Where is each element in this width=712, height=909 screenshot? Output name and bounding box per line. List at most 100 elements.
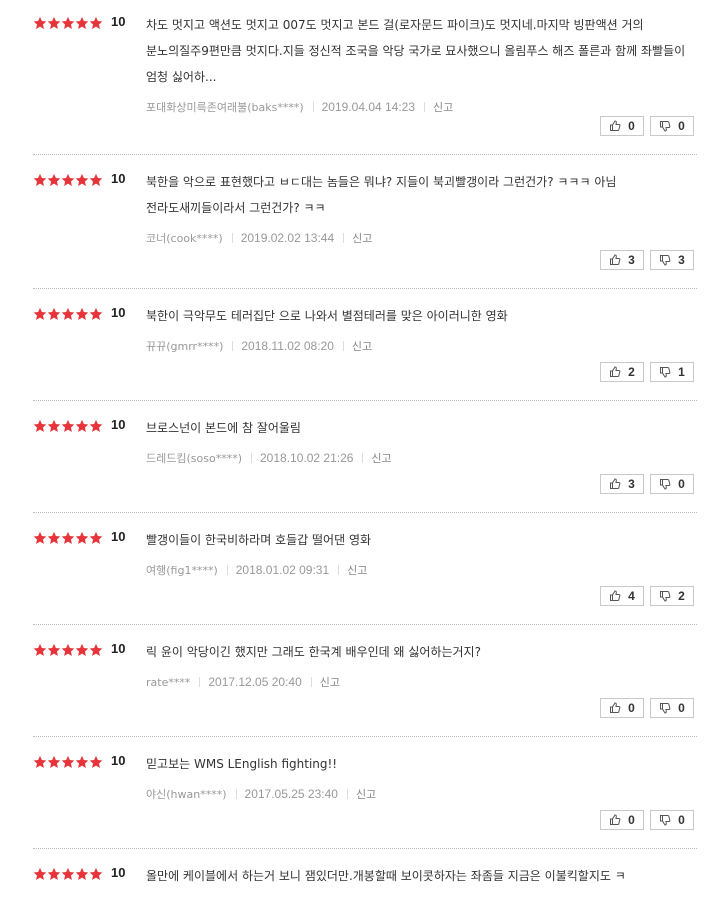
review-date: 2018.01.02 09:31 — [235, 563, 330, 577]
review-meta: 뀨뀨(gmrr****) 2018.11.02 08:20 신고 — [146, 338, 372, 354]
thumbs-up-icon — [609, 478, 628, 490]
rating-score: 10 — [111, 171, 126, 186]
star-icon — [89, 531, 103, 545]
report-link[interactable]: 신고 — [356, 788, 376, 801]
report-link[interactable]: 신고 — [352, 340, 372, 353]
thumbs-down-icon — [659, 814, 678, 826]
star-icon — [61, 307, 75, 321]
dislike-count: 3 — [678, 253, 685, 267]
review-text: 북한을 악으로 표현했다고 ㅂㄷ대는 놈들은 뭐냐? 지들이 북괴빨갱이라 그런… — [146, 175, 617, 215]
vote-buttons: 21 — [600, 362, 700, 382]
review-date: 2017.05.25 23:40 — [244, 787, 338, 801]
report-link[interactable]: 신고 — [347, 564, 367, 577]
star-icon — [33, 755, 47, 769]
dislike-button[interactable]: 3 — [650, 250, 694, 270]
thumbs-down-icon — [659, 590, 678, 602]
rating-score: 10 — [111, 14, 126, 29]
thumbs-down-icon — [659, 366, 678, 378]
review-date: 2019.04.04 14:23 — [321, 100, 416, 114]
dislike-button[interactable]: 0 — [650, 116, 694, 136]
meta-separator — [343, 233, 345, 243]
rating-score: 10 — [111, 753, 126, 768]
review-text: 브로스넌이 본드에 참 잘어울림 — [146, 421, 301, 435]
star-icon — [33, 643, 47, 657]
review-meta: 드레드킴(soso****) 2018.10.02 21:26 신고 — [146, 450, 392, 466]
like-count: 0 — [628, 813, 635, 827]
like-button[interactable]: 3 — [600, 474, 644, 494]
thumbs-up-icon — [609, 366, 628, 378]
reviewer-nickname[interactable]: rate**** — [146, 676, 190, 689]
star-icon — [75, 419, 89, 433]
like-count: 4 — [628, 589, 635, 603]
rating-score: 10 — [111, 641, 126, 656]
thumbs-down-icon — [659, 702, 678, 714]
star-icon — [47, 16, 61, 30]
thumbs-up-icon — [609, 702, 628, 714]
reviewer-nickname[interactable]: 뀨뀨(gmrr****) — [146, 340, 223, 353]
like-button[interactable]: 0 — [600, 698, 644, 718]
like-count: 0 — [628, 701, 635, 715]
vote-buttons: 33 — [600, 250, 700, 270]
star-icon — [33, 173, 47, 187]
reviewer-nickname[interactable]: 야신(hwan****) — [146, 788, 227, 801]
like-button[interactable]: 4 — [600, 586, 644, 606]
star-icon — [75, 307, 89, 321]
vote-buttons: 00 — [600, 116, 700, 136]
reviewer-nickname[interactable]: 코너(cook****) — [146, 232, 223, 245]
report-link[interactable]: 신고 — [433, 101, 453, 114]
dislike-button[interactable]: 0 — [650, 810, 694, 830]
meta-separator — [312, 102, 314, 112]
meta-separator — [199, 677, 201, 687]
review-meta: 포대화상미륵존여래불(baks****) 2019.04.04 14:23 신고 — [146, 99, 453, 115]
star-icon — [47, 531, 61, 545]
star-icon — [75, 16, 89, 30]
star-icon — [47, 867, 61, 881]
dislike-button[interactable]: 1 — [650, 362, 694, 382]
report-link[interactable]: 신고 — [371, 452, 391, 465]
review-divider — [33, 154, 697, 155]
dislike-count: 1 — [678, 365, 685, 379]
review-text: 빨갱이들이 한국비하라며 호들갑 떨어댄 영화 — [146, 533, 372, 547]
dislike-button[interactable]: 0 — [650, 474, 694, 494]
thumbs-down-icon — [659, 120, 678, 132]
meta-separator — [226, 565, 228, 575]
reviewer-nickname[interactable]: 드레드킴(soso****) — [146, 452, 242, 465]
like-button[interactable]: 2 — [600, 362, 644, 382]
meta-separator — [362, 453, 364, 463]
report-link[interactable]: 신고 — [320, 676, 340, 689]
star-icon — [61, 643, 75, 657]
reviewer-nickname[interactable]: 여행(fig1****) — [146, 564, 218, 577]
review-divider — [33, 512, 697, 513]
star-icon — [47, 173, 61, 187]
star-icon — [89, 173, 103, 187]
star-icon — [89, 16, 103, 30]
dislike-count: 2 — [678, 589, 685, 603]
star-icon — [75, 755, 89, 769]
dislike-count: 0 — [678, 813, 685, 827]
like-button[interactable]: 3 — [600, 250, 644, 270]
star-rating — [33, 640, 103, 660]
reviewer-nickname[interactable]: 포대화상미륵존여래불(baks****) — [146, 101, 304, 114]
star-rating — [33, 752, 103, 772]
review-date: 2018.10.02 21:26 — [260, 451, 354, 465]
rating-score: 10 — [111, 417, 126, 432]
vote-buttons: 30 — [600, 474, 700, 494]
like-count: 3 — [628, 477, 635, 491]
review-meta: 야신(hwan****) 2017.05.25 23:40 신고 — [146, 786, 376, 802]
star-rating — [33, 416, 103, 436]
dislike-button[interactable]: 0 — [650, 698, 694, 718]
star-icon — [47, 643, 61, 657]
star-icon — [75, 173, 89, 187]
rating-score: 10 — [111, 865, 126, 880]
star-rating — [33, 304, 103, 324]
like-button[interactable]: 0 — [600, 810, 644, 830]
like-button[interactable]: 0 — [600, 116, 644, 136]
report-link[interactable]: 신고 — [352, 232, 372, 245]
star-icon — [89, 643, 103, 657]
vote-buttons: 00 — [600, 698, 700, 718]
meta-separator — [231, 233, 233, 243]
star-icon — [47, 307, 61, 321]
rating-score: 10 — [111, 305, 126, 320]
dislike-button[interactable]: 2 — [650, 586, 694, 606]
thumbs-down-icon — [659, 478, 678, 490]
